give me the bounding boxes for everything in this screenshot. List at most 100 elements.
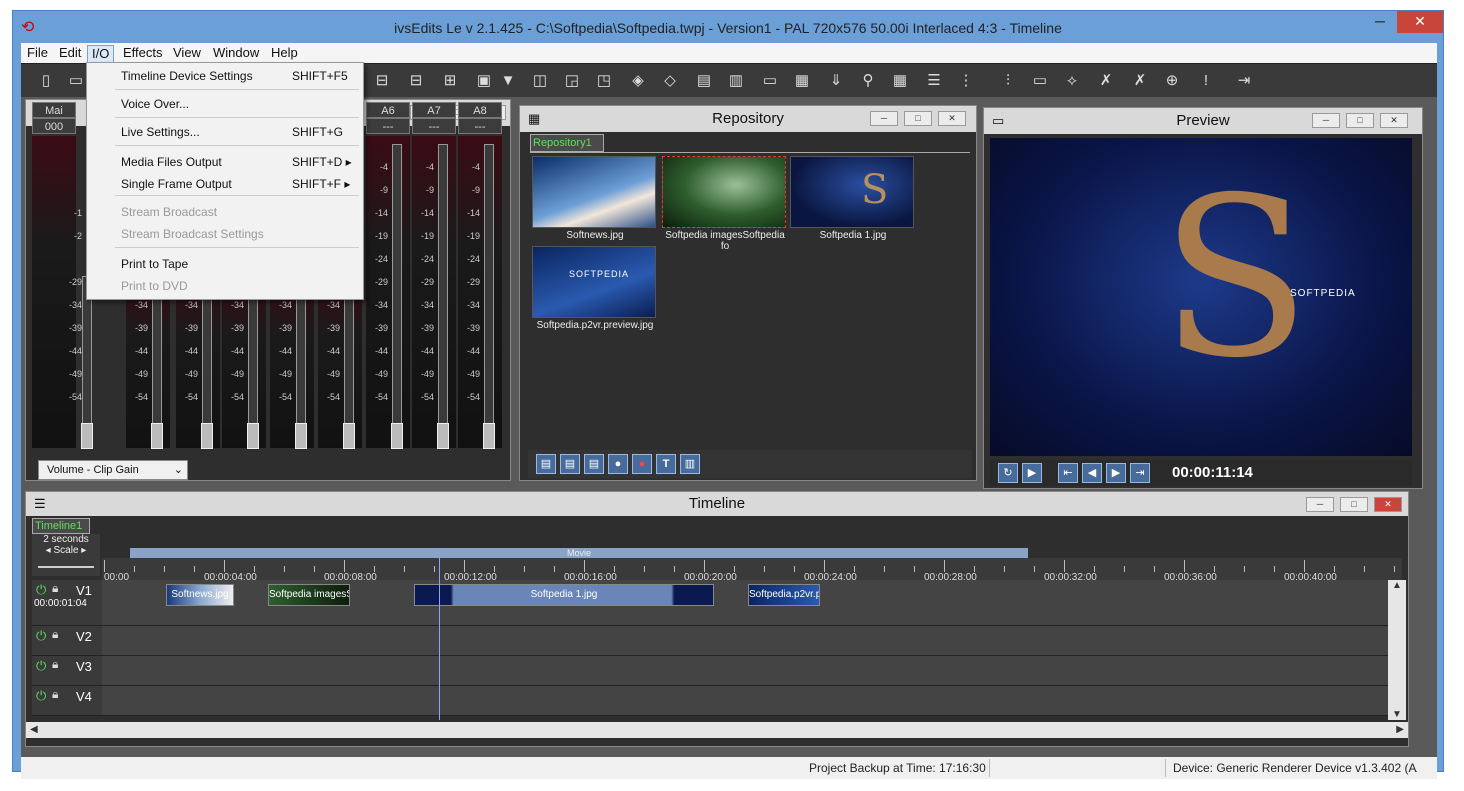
volume-fader[interactable] bbox=[343, 276, 355, 449]
gain-select[interactable]: Volume - Clip Gain ⌄ bbox=[38, 460, 188, 480]
playhead[interactable] bbox=[439, 558, 441, 720]
fx-icon[interactable]: ✗ bbox=[1129, 70, 1151, 92]
lock-icon[interactable]: 🔒︎ bbox=[52, 627, 58, 642]
bars-icon[interactable]: ▥ bbox=[680, 454, 700, 474]
timeline-ruler[interactable]: 00:00 00:00:04:00 00:00:08:00 00:00:12:00 00… bbox=[102, 558, 1402, 583]
lock-icon[interactable]: 🔒︎ bbox=[52, 581, 58, 596]
volume-fader[interactable] bbox=[437, 144, 449, 449]
timeline-track[interactable]: ⏻ 🔒︎ V4 bbox=[32, 686, 1388, 716]
tool-icon[interactable]: ◲ bbox=[561, 70, 583, 92]
play-icon[interactable]: ▶ bbox=[1022, 463, 1042, 483]
expand-icon[interactable]: ⇥ bbox=[1233, 70, 1255, 92]
grid-view-icon[interactable]: ▦ bbox=[889, 70, 911, 92]
tab-repository1[interactable]: Repository1 bbox=[530, 134, 604, 152]
scroll-right-icon[interactable]: ▶ bbox=[1396, 722, 1404, 738]
panel-close-button[interactable]: ✕ bbox=[1380, 113, 1408, 128]
menu-edit[interactable]: Edit bbox=[55, 45, 85, 63]
panel-restore-button[interactable]: □ bbox=[904, 111, 932, 126]
volume-fader[interactable] bbox=[247, 276, 259, 449]
timeline-clip[interactable]: Softpedia 1.jpg bbox=[414, 584, 714, 606]
io-menu-item[interactable]: Print to Tape bbox=[87, 253, 363, 275]
tool-icon[interactable]: ▭ bbox=[759, 70, 781, 92]
loop-icon[interactable]: ↻ bbox=[998, 463, 1018, 483]
menu-io[interactable]: I/O bbox=[87, 45, 115, 63]
volume-fader[interactable] bbox=[391, 144, 403, 449]
volume-fader[interactable] bbox=[81, 276, 93, 449]
effect-x-icon[interactable]: ✗ bbox=[1095, 70, 1117, 92]
thumb-softpedia-images[interactable] bbox=[662, 156, 786, 228]
volume-fader[interactable] bbox=[295, 276, 307, 449]
lock-icon[interactable]: 🔒︎ bbox=[52, 657, 58, 672]
dots-view-icon[interactable]: ⋮ bbox=[955, 70, 977, 92]
prev-frame-icon[interactable]: ◀ bbox=[1082, 463, 1102, 483]
menu-file[interactable]: File bbox=[23, 45, 52, 63]
list-view-icon[interactable]: ☰ bbox=[923, 70, 945, 92]
tool-icon[interactable]: ◈ bbox=[627, 70, 649, 92]
timeline-track[interactable]: ⏻ 🔒︎ V3 bbox=[32, 656, 1388, 686]
fader-knob[interactable] bbox=[483, 423, 495, 449]
tool-icon[interactable]: ▤ bbox=[693, 70, 715, 92]
circle-icon[interactable]: ● bbox=[608, 454, 628, 474]
fader-knob[interactable] bbox=[201, 423, 213, 449]
new-project-icon[interactable]: ▯ bbox=[35, 70, 57, 92]
fader-knob[interactable] bbox=[151, 423, 163, 449]
io-menu-item[interactable]: Live Settings... SHIFT+G bbox=[87, 121, 363, 143]
panel-minimize-button[interactable]: ─ bbox=[1306, 497, 1334, 512]
close-button[interactable]: ✕ bbox=[1397, 11, 1443, 33]
tool-icon[interactable]: ▣ bbox=[473, 70, 495, 92]
fader-knob[interactable] bbox=[247, 423, 259, 449]
fader-knob[interactable] bbox=[437, 423, 449, 449]
menu-window[interactable]: Window bbox=[209, 45, 263, 63]
timeline-clip[interactable]: Softpedia imagesS bbox=[268, 584, 350, 606]
scroll-down-icon[interactable]: ▼ bbox=[1388, 709, 1406, 720]
title-icon[interactable]: T bbox=[656, 454, 676, 474]
fader-knob[interactable] bbox=[295, 423, 307, 449]
next-frame-icon[interactable]: ▶ bbox=[1106, 463, 1126, 483]
record-icon[interactable]: ● bbox=[632, 454, 652, 474]
timeline-vscrollbar[interactable]: ▲ ▼ bbox=[1388, 580, 1406, 720]
io-menu-item[interactable]: Single Frame Output SHIFT+F ▸ bbox=[87, 173, 363, 195]
import-icon[interactable]: ⇓ bbox=[825, 70, 847, 92]
panel-close-button[interactable]: ✕ bbox=[938, 111, 966, 126]
volume-fader[interactable] bbox=[483, 144, 495, 449]
down-arrow-icon[interactable]: ▼ bbox=[497, 70, 519, 92]
go-end-icon[interactable]: ⇥ bbox=[1130, 463, 1150, 483]
fader-knob[interactable] bbox=[391, 423, 403, 449]
lock-icon[interactable]: 🔒︎ bbox=[52, 687, 58, 702]
transition-icon[interactable]: ⟡ bbox=[1061, 70, 1083, 92]
io-menu-item[interactable]: Timeline Device Settings SHIFT+F5 bbox=[87, 65, 363, 87]
minimize-button[interactable]: ─ bbox=[1367, 11, 1393, 33]
menu-view[interactable]: View bbox=[169, 45, 205, 63]
film-icon[interactable]: ▦ bbox=[791, 70, 813, 92]
open-project-icon[interactable]: ▭ bbox=[65, 70, 87, 92]
timeline-clip[interactable]: Softpedia.p2vr.pr bbox=[748, 584, 820, 606]
timeline-hscrollbar[interactable]: ◀ ▶ bbox=[26, 722, 1408, 738]
panel-minimize-button[interactable]: ─ bbox=[1312, 113, 1340, 128]
tool-icon[interactable]: ◫ bbox=[529, 70, 551, 92]
power-icon[interactable]: ⏻ bbox=[36, 658, 46, 674]
thumb-softpedia-preview[interactable]: SOFTPEDIA bbox=[532, 246, 656, 318]
timeline-track[interactable]: ⏻ 🔒︎ V2 bbox=[32, 626, 1388, 656]
tool-icon[interactable]: ◳ bbox=[593, 70, 615, 92]
tab-timeline1[interactable]: Timeline1 bbox=[32, 518, 90, 534]
volume-fader[interactable] bbox=[201, 276, 213, 449]
power-icon[interactable]: ⏻ bbox=[36, 582, 46, 598]
menu-help[interactable]: Help bbox=[267, 45, 302, 63]
fader-knob[interactable] bbox=[81, 423, 93, 449]
monitor-icon[interactable]: ▭ bbox=[1029, 70, 1051, 92]
tool-icon[interactable]: ▥ bbox=[725, 70, 747, 92]
tool-icon[interactable]: ⊞ bbox=[439, 70, 461, 92]
open-folder-icon[interactable]: ▤ bbox=[536, 454, 556, 474]
mixer-icon[interactable]: ⫶ bbox=[997, 70, 1019, 92]
thumb-softpedia1[interactable]: S bbox=[790, 156, 914, 228]
power-icon[interactable]: ⏻ bbox=[36, 688, 46, 704]
fader-knob[interactable] bbox=[343, 423, 355, 449]
movie-range-bar[interactable]: Movie bbox=[130, 548, 1028, 558]
timeline-clip[interactable]: Softnews.jpg bbox=[166, 584, 234, 606]
volume-fader[interactable] bbox=[151, 276, 163, 449]
tool-icon[interactable]: ◇ bbox=[659, 70, 681, 92]
tool-icon[interactable]: ⊟ bbox=[405, 70, 427, 92]
search-icon[interactable]: ⚲ bbox=[857, 70, 879, 92]
add-folder-icon[interactable]: ▤ bbox=[560, 454, 580, 474]
go-start-icon[interactable]: ⇤ bbox=[1058, 463, 1078, 483]
